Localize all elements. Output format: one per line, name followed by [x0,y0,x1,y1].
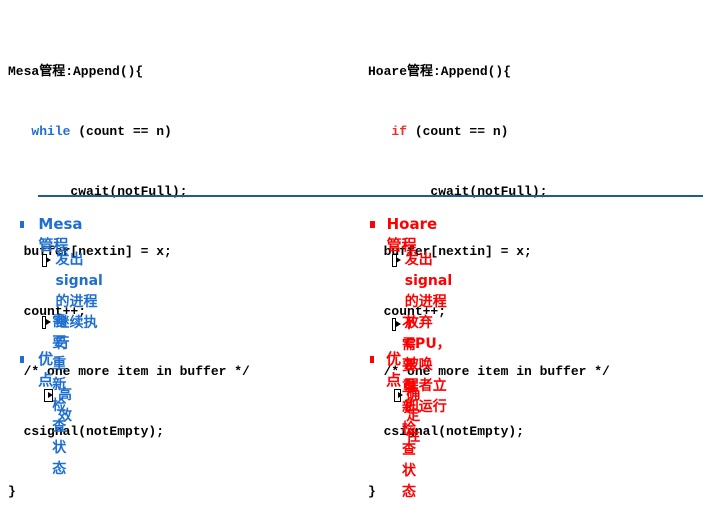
hoare-merit-item: 确定性 [406,387,421,445]
code-line: if (count == n) [368,122,610,142]
code-line: cwait(notFull); [368,182,610,202]
square-bullet-icon [370,221,375,228]
play-box-icon [392,318,401,331]
list-item: 确定性 [394,385,426,448]
play-box-icon [44,389,54,402]
play-box-icon [42,316,52,329]
code-keyword: while [31,124,71,139]
square-bullet-icon [20,356,25,363]
mesa-merit-item: 高效 [58,387,73,424]
code-text: (count == n) [70,124,172,139]
square-bullet-icon [370,356,375,363]
section-divider [38,195,703,197]
code-line: Mesa管程:Append(){ [8,64,144,79]
play-box-icon [394,389,404,402]
code-line: } [8,484,16,499]
list-item: 高效 [44,385,76,427]
square-bullet-icon [20,221,25,228]
code-keyword: if [391,124,408,139]
code-line: cwait(notFull); [8,182,250,202]
code-line: while (count == n) [8,122,250,142]
play-box-icon [42,254,52,267]
play-box-icon [392,254,401,267]
code-text: (count == n) [407,124,509,139]
code-line: Hoare管程:Append(){ [368,64,512,79]
